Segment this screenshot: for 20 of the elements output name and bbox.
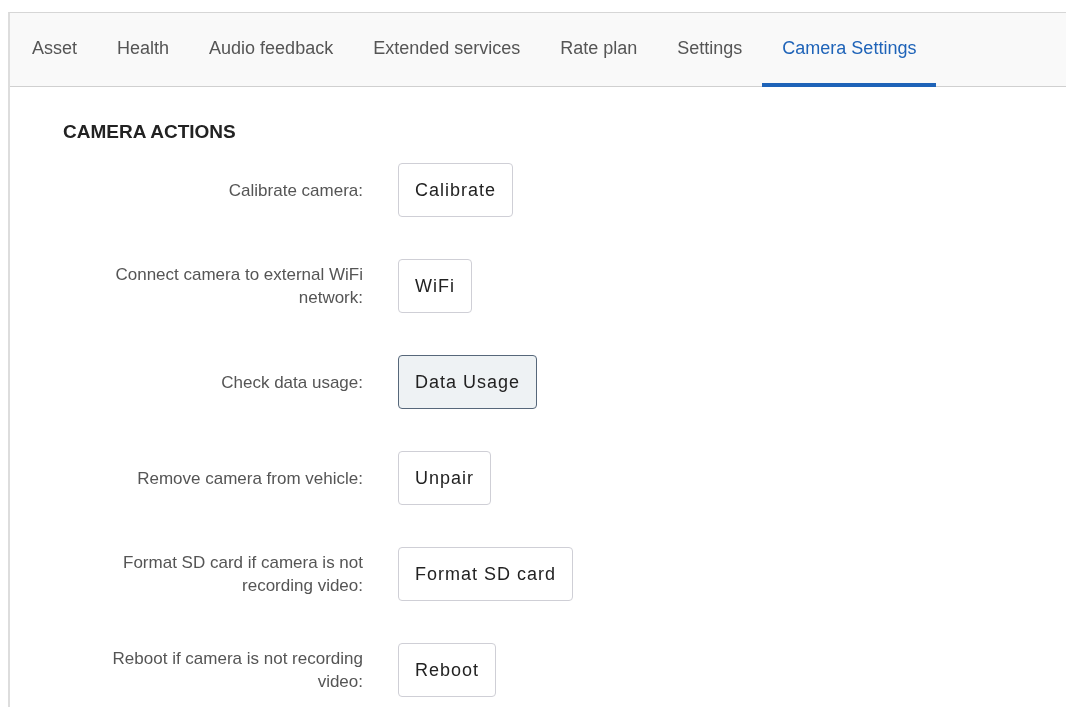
action-label: Format SD card if camera is not recording video: <box>122 552 363 597</box>
action-button[interactable]: Calibrate <box>398 163 514 217</box>
tab[interactable]: Asset <box>12 13 98 87</box>
action-label: Remove camera from vehicle: <box>136 467 363 490</box>
tab[interactable]: Settings <box>657 13 763 87</box>
tab[interactable]: Rate plan <box>540 13 658 87</box>
action-button[interactable]: Format SD card <box>398 547 574 601</box>
tab[interactable]: Camera Settings <box>762 13 937 87</box>
action-label: Reboot if camera is not recording video: <box>111 648 363 693</box>
action-label: Connect camera to external WiFi network: <box>114 264 363 309</box>
action-button[interactable]: Data Usage <box>398 355 538 409</box>
tab[interactable]: Extended services <box>353 13 541 87</box>
action-label: Calibrate camera: <box>227 179 363 202</box>
action-label: Check data usage: <box>220 371 363 394</box>
tab[interactable]: Health <box>97 13 190 87</box>
action-button[interactable]: WiFi <box>398 259 472 313</box>
tab[interactable]: Audio feedback <box>189 13 354 87</box>
section-heading: CAMERA ACTIONS <box>63 121 237 143</box>
action-button[interactable]: Reboot <box>398 643 497 697</box>
action-button[interactable]: Unpair <box>398 451 492 505</box>
